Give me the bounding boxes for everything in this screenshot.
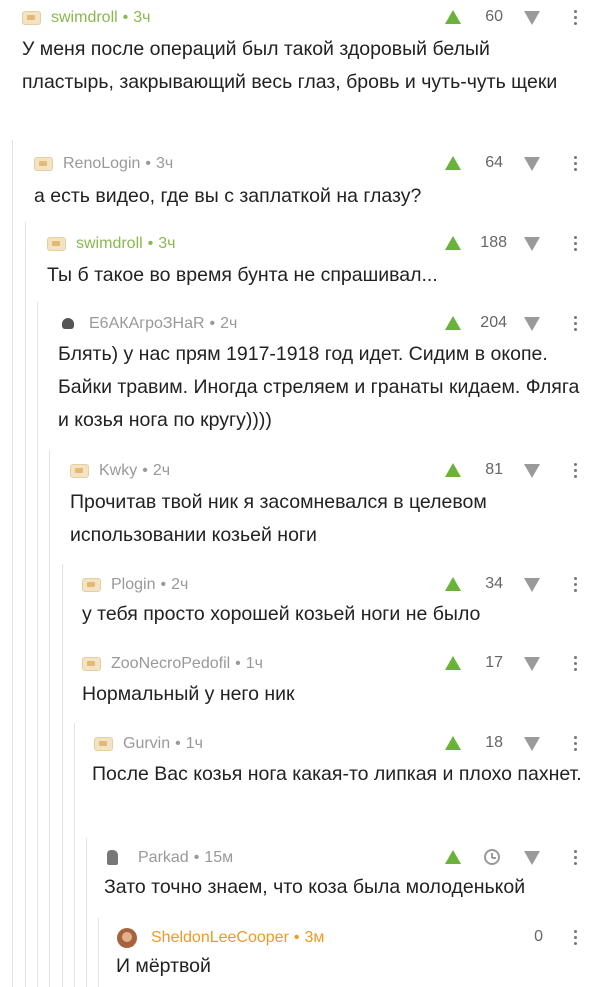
kebab-menu-icon[interactable] [574,930,577,948]
comment-text: После Вас козья нога какая-то липкая и п… [92,763,582,785]
kebab-menu-icon[interactable] [574,10,577,28]
arrow-down-icon[interactable] [524,657,540,671]
comment-text: Прочитав твой ник я засомневался в целев… [70,491,487,546]
vote-controls [0,845,600,871]
arrow-down-icon[interactable] [524,157,540,171]
vote-controls: 64 [0,151,600,177]
kebab-menu-icon[interactable] [574,850,577,868]
arrow-down-icon[interactable] [524,578,540,592]
vote-controls: 188 [0,231,600,257]
comment-score: 0 [534,928,543,945]
arrow-down-icon[interactable] [524,317,540,331]
kebab-menu-icon[interactable] [574,316,577,334]
comment-score: 34 [485,575,503,592]
comment-score: 204 [480,314,507,331]
kebab-menu-icon[interactable] [574,156,577,174]
arrow-up-icon[interactable] [445,236,461,250]
kebab-menu-icon[interactable] [574,463,577,481]
kebab-menu-icon[interactable] [574,736,577,754]
vote-controls: 60 [0,5,600,31]
vote-controls: 81 [0,458,600,484]
comment-text: а есть видео, где вы с заплаткой на глаз… [34,185,422,207]
comment-score: 188 [480,234,507,251]
thread-line-4 [49,450,50,987]
comment-text: Нормальный у него ник [82,683,295,705]
arrow-up-icon[interactable] [445,850,461,864]
comment-score: 81 [485,461,503,478]
comment-score: 17 [485,654,503,671]
kebab-menu-icon[interactable] [574,236,577,254]
kebab-menu-icon[interactable] [574,577,577,595]
comment-text: Блять) у нас прям 1917-1918 год идет. Си… [58,343,580,431]
thread-line-3 [37,302,38,987]
vote-controls: 17 [0,651,600,677]
comment-score: 18 [485,734,503,751]
arrow-down-icon[interactable] [524,851,540,865]
comment-text: Ты б такое во время бунта не спрашивал..… [47,264,438,286]
comment-score: 60 [485,8,503,25]
comment-text: И мёртвой [116,955,211,977]
vote-controls: 18 [0,731,600,757]
comment-text: у тебя просто хорошей козьей ноги не был… [82,603,481,625]
clock-icon[interactable] [484,849,500,865]
vote-controls: 34 [0,572,600,598]
arrow-down-icon[interactable] [524,11,540,25]
vote-controls: 0 [0,925,600,951]
comment-text: У меня после операций был такой здоровый… [22,38,558,93]
arrow-down-icon[interactable] [524,737,540,751]
arrow-down-icon[interactable] [524,464,540,478]
comment-score: 64 [485,154,503,171]
kebab-menu-icon[interactable] [574,656,577,674]
vote-controls: 204 [0,311,600,337]
comment-text: Зато точно знаем, что коза была молодень… [104,876,526,898]
arrow-up-icon[interactable] [445,316,461,330]
arrow-down-icon[interactable] [524,237,540,251]
